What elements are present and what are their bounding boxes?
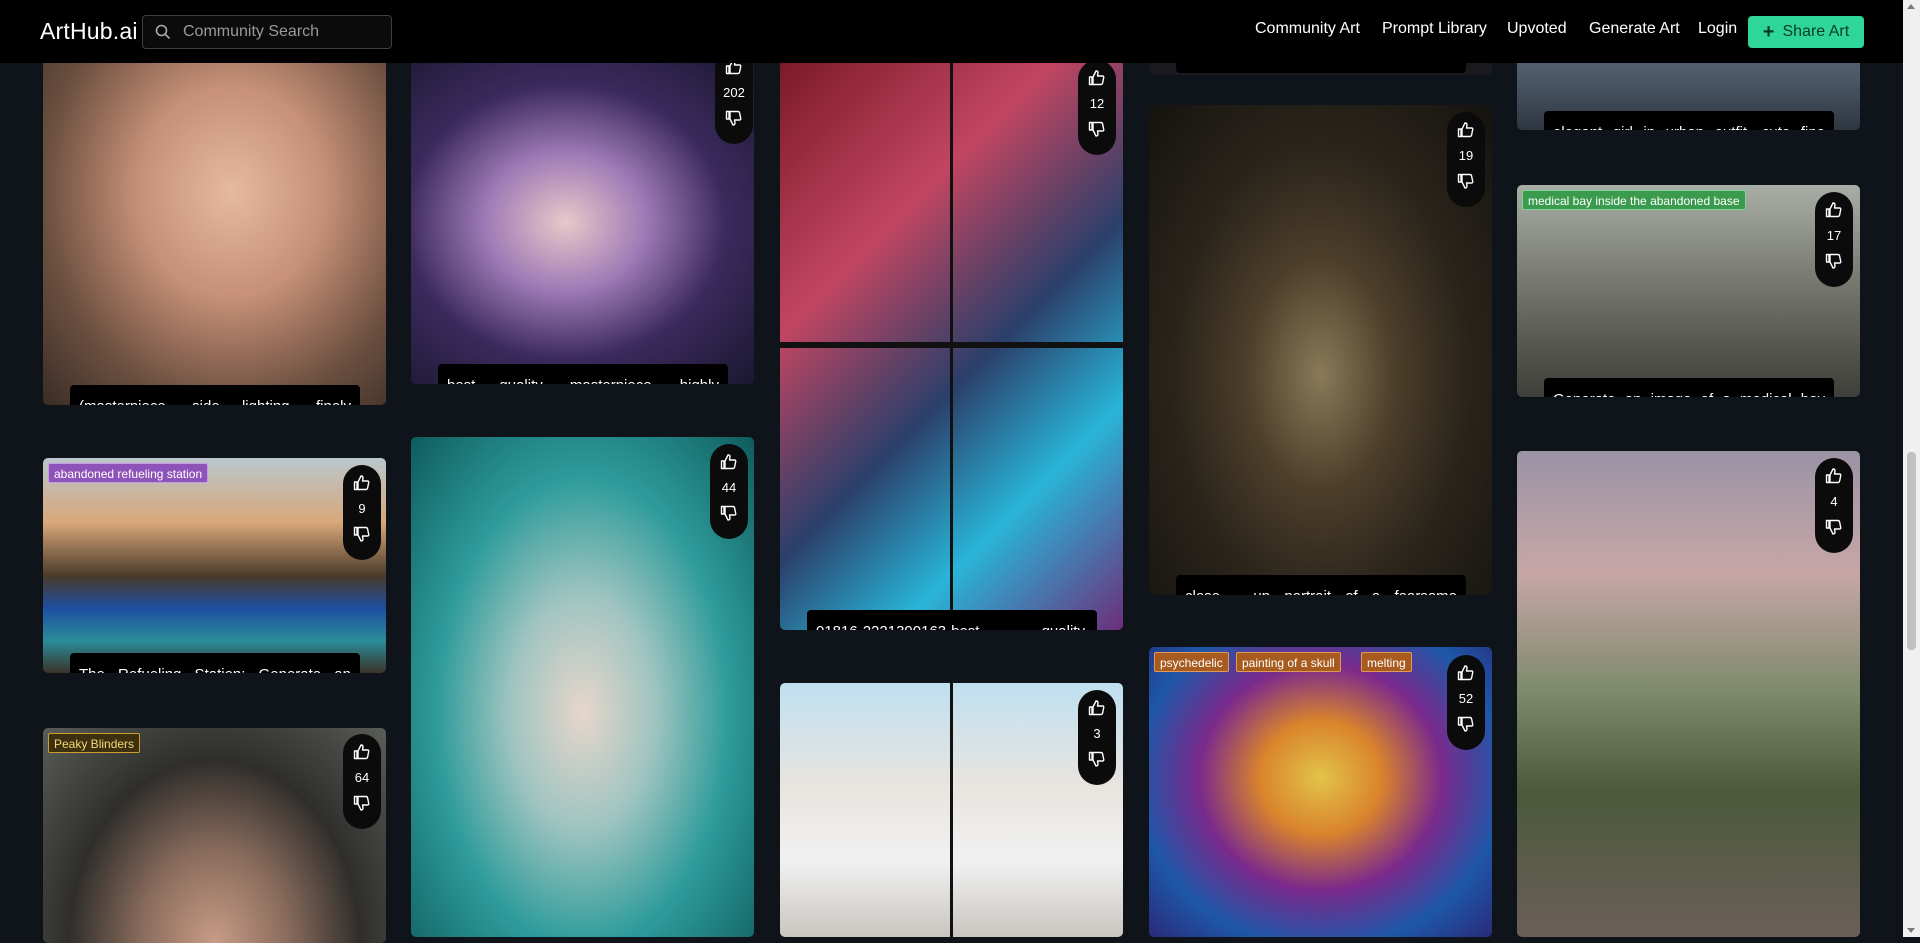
vote-widget: 19 (1447, 112, 1485, 207)
thumbs-down-icon[interactable] (1824, 517, 1844, 537)
nav-login[interactable]: Login (1698, 20, 1737, 38)
thumbs-down-icon[interactable] (719, 503, 739, 523)
art-image[interactable] (780, 683, 1123, 937)
tag-label[interactable]: Peaky Blinders (48, 733, 141, 753)
vote-widget: 3 (1078, 690, 1116, 785)
art-image[interactable] (1517, 451, 1860, 937)
thumbs-up-icon[interactable] (1087, 68, 1107, 88)
vote-count: 19 (1458, 148, 1474, 163)
tag-label[interactable]: abandoned refueling station (48, 463, 209, 483)
vote-widget: 44 (710, 444, 748, 539)
art-card-mouse[interactable]: close - up portrait of a fearsome (1149, 105, 1492, 595)
thumbs-up-icon[interactable] (1456, 120, 1476, 140)
art-card-refueling[interactable]: abandoned refueling station The Refuelin… (43, 458, 386, 673)
vote-count: 12 (1089, 96, 1105, 111)
vote-count: 64 (354, 770, 370, 785)
art-card-portrait-girl[interactable]: (masterpiece, side lighting, finely (43, 50, 386, 405)
search-box[interactable] (142, 15, 392, 49)
scroll-up-arrow-icon[interactable] (1907, 4, 1915, 9)
vote-count: 3 (1093, 726, 1101, 741)
tag-label[interactable]: psychedelic (1154, 652, 1229, 672)
art-image[interactable] (411, 60, 754, 384)
art-card-skull[interactable]: psychedelic painting of a skull melting (1149, 647, 1492, 937)
thumbs-down-icon[interactable] (352, 524, 372, 544)
vote-widget: 17 (1815, 192, 1853, 287)
thumbs-up-icon[interactable] (719, 452, 739, 472)
thumbs-up-icon[interactable] (1456, 663, 1476, 683)
nav-community-art[interactable]: Community Art (1255, 20, 1360, 38)
prompt-caption[interactable]: Generate an image of a medical bay (1544, 378, 1834, 397)
vote-count: 202 (723, 85, 745, 100)
thumbs-down-icon[interactable] (1456, 714, 1476, 734)
navbar: ArtHub.ai Community Art Prompt Library U… (0, 0, 1903, 63)
vote-widget: 202 (715, 49, 753, 144)
tag-label[interactable]: medical bay inside the abandoned base (1522, 190, 1746, 210)
scrollbar-thumb[interactable] (1907, 452, 1916, 650)
thumbs-down-icon[interactable] (1824, 251, 1844, 271)
art-image[interactable] (43, 728, 386, 943)
prompt-caption[interactable]: elegant girl in urban outfit, cute fine (1544, 111, 1834, 130)
art-card-medical-bay[interactable]: medical bay inside the abandoned base Ge… (1517, 185, 1860, 397)
plus-icon: + (1762, 20, 1775, 43)
art-card-underwater[interactable] (411, 437, 754, 937)
art-image[interactable] (43, 50, 386, 405)
art-card-anime-girl[interactable]: best quality, masterpiece, highly (411, 60, 754, 384)
art-image[interactable] (1149, 647, 1492, 937)
prompt-caption[interactable]: 01816-2221390163-best quality, (807, 610, 1097, 630)
nav-generate-art[interactable]: Generate Art (1589, 20, 1680, 38)
vote-widget: 12 (1078, 60, 1116, 155)
thumbs-down-icon[interactable] (1087, 119, 1107, 139)
scroll-down-arrow-icon[interactable] (1907, 928, 1915, 933)
vote-widget: 4 (1815, 458, 1853, 553)
nav-prompt-library[interactable]: Prompt Library (1382, 20, 1487, 38)
share-art-label: Share Art (1782, 23, 1850, 40)
vote-widget: 64 (343, 734, 381, 829)
thumbs-down-icon[interactable] (1087, 749, 1107, 769)
page-scrollbar[interactable] (1903, 0, 1920, 937)
thumbs-down-icon[interactable] (1456, 171, 1476, 191)
art-image[interactable] (780, 60, 1123, 630)
thumbs-up-icon[interactable] (352, 473, 372, 493)
vote-count: 9 (358, 501, 366, 516)
art-card-peaky[interactable]: Peaky Blinders (43, 728, 386, 943)
share-art-button[interactable]: + Share Art (1748, 16, 1864, 48)
art-image[interactable] (1517, 185, 1860, 397)
art-image[interactable] (1149, 105, 1492, 595)
thumbs-up-icon[interactable] (1824, 466, 1844, 486)
thumbs-down-icon[interactable] (724, 108, 744, 128)
thumbs-down-icon[interactable] (352, 793, 372, 813)
tag-label[interactable]: painting of a skull (1236, 652, 1341, 672)
art-card-white-dress[interactable] (780, 683, 1123, 937)
brand-logo[interactable]: ArtHub.ai (40, 18, 138, 45)
art-image[interactable] (411, 437, 754, 937)
vote-count: 17 (1826, 228, 1842, 243)
nav-upvoted[interactable]: Upvoted (1507, 20, 1567, 38)
tag-label[interactable]: melting (1361, 652, 1412, 672)
search-input[interactable] (183, 23, 383, 41)
prompt-caption[interactable]: The Refueling Station: Generate an (70, 653, 360, 673)
art-card-couple[interactable] (1517, 451, 1860, 937)
prompt-caption[interactable]: best quality, masterpiece, highly (438, 364, 728, 384)
thumbs-up-icon[interactable] (352, 742, 372, 762)
vote-count: 4 (1830, 494, 1838, 509)
thumbs-up-icon[interactable] (1087, 698, 1107, 718)
prompt-caption[interactable]: close - up portrait of a fearsome (1176, 575, 1466, 595)
vote-count: 52 (1458, 691, 1474, 706)
vote-widget: 52 (1447, 655, 1485, 750)
art-card-four-portraits[interactable]: 01816-2221390163-best quality, (780, 60, 1123, 630)
vote-widget: 9 (343, 465, 381, 560)
thumbs-up-icon[interactable] (1824, 200, 1844, 220)
vote-count: 44 (721, 480, 737, 495)
search-icon (155, 24, 171, 40)
art-image[interactable] (43, 458, 386, 673)
prompt-caption[interactable]: (masterpiece, side lighting, finely (70, 385, 360, 405)
